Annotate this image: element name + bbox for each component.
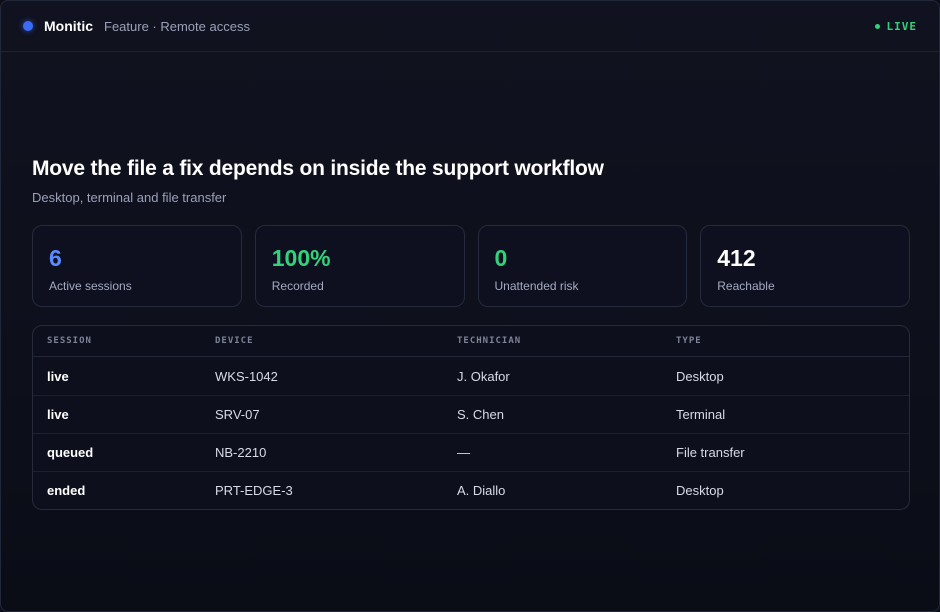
device-name: SRV-07: [215, 407, 260, 422]
technician-name: J. Okafor: [457, 368, 510, 384]
column-header-type[interactable]: TYPE: [676, 336, 909, 346]
sessions-table: SESSION DEVICE TECHNICIAN TYPE live WKS-…: [32, 325, 910, 510]
column-header-device[interactable]: DEVICE: [215, 336, 457, 346]
technician-name: S. Chen: [457, 407, 504, 422]
stat-card-reachable: 412 Reachable: [700, 225, 910, 307]
brand-name[interactable]: Monitic: [44, 18, 93, 34]
brand-logo-icon: [23, 21, 33, 31]
table-row[interactable]: live WKS-1042 J. Okafor Desktop: [33, 357, 909, 395]
device-name: PRT-EDGE-3: [215, 483, 293, 498]
session-type: Terminal: [676, 407, 726, 422]
column-header-session[interactable]: SESSION: [33, 336, 215, 346]
stat-value: 6: [49, 245, 62, 271]
table-row[interactable]: ended PRT-EDGE-3 A. Diallo Desktop: [33, 471, 909, 509]
top-bar: Monitic Feature · Remote access LIVE: [1, 1, 939, 52]
column-header-technician[interactable]: TECHNICIAN: [457, 336, 676, 346]
table-header-row: SESSION DEVICE TECHNICIAN TYPE: [33, 326, 909, 357]
stat-card-recorded: 100% Recorded: [254, 225, 465, 307]
stat-value: 0: [494, 245, 508, 271]
stat-label: Active sessions: [49, 279, 132, 293]
page-title: Move the file a fix depends on inside th…: [32, 157, 604, 180]
technician-name: —: [457, 445, 470, 460]
stat-label: Reachable: [717, 279, 775, 293]
stat-label: Recorded: [271, 279, 324, 293]
live-status-label: LIVE: [886, 19, 917, 33]
live-status-badge: LIVE: [874, 19, 918, 33]
session-status: ended: [47, 483, 86, 498]
device-name: WKS-1042: [215, 368, 278, 384]
app-window: Monitic Feature · Remote access LIVE Mov…: [0, 0, 940, 612]
page-subtitle: Desktop, terminal and file transfer: [32, 190, 227, 205]
session-status: queued: [47, 445, 94, 460]
device-name: NB-2210: [215, 445, 267, 460]
session-status: live: [47, 368, 69, 384]
table-row[interactable]: queued NB-2210 — File transfer: [33, 433, 909, 471]
stat-value: 412: [717, 245, 756, 271]
stat-label: Unattended risk: [494, 279, 579, 293]
stat-value: 100%: [271, 245, 331, 271]
session-status: live: [47, 407, 69, 422]
live-dot-icon: [874, 23, 880, 29]
technician-name: A. Diallo: [457, 483, 506, 498]
table-row[interactable]: live SRV-07 S. Chen Terminal: [33, 395, 909, 433]
session-type: File transfer: [676, 445, 745, 460]
session-type: Desktop: [676, 368, 724, 384]
stat-card-active-sessions: 6 Active sessions: [32, 225, 242, 307]
session-type: Desktop: [676, 483, 724, 498]
stat-card-unattended-risk: 0 Unattended risk: [477, 225, 688, 307]
breadcrumb: Feature · Remote access: [104, 18, 250, 34]
stats-row: 6 Active sessions 100% Recorded 0 Unatte…: [32, 225, 910, 307]
